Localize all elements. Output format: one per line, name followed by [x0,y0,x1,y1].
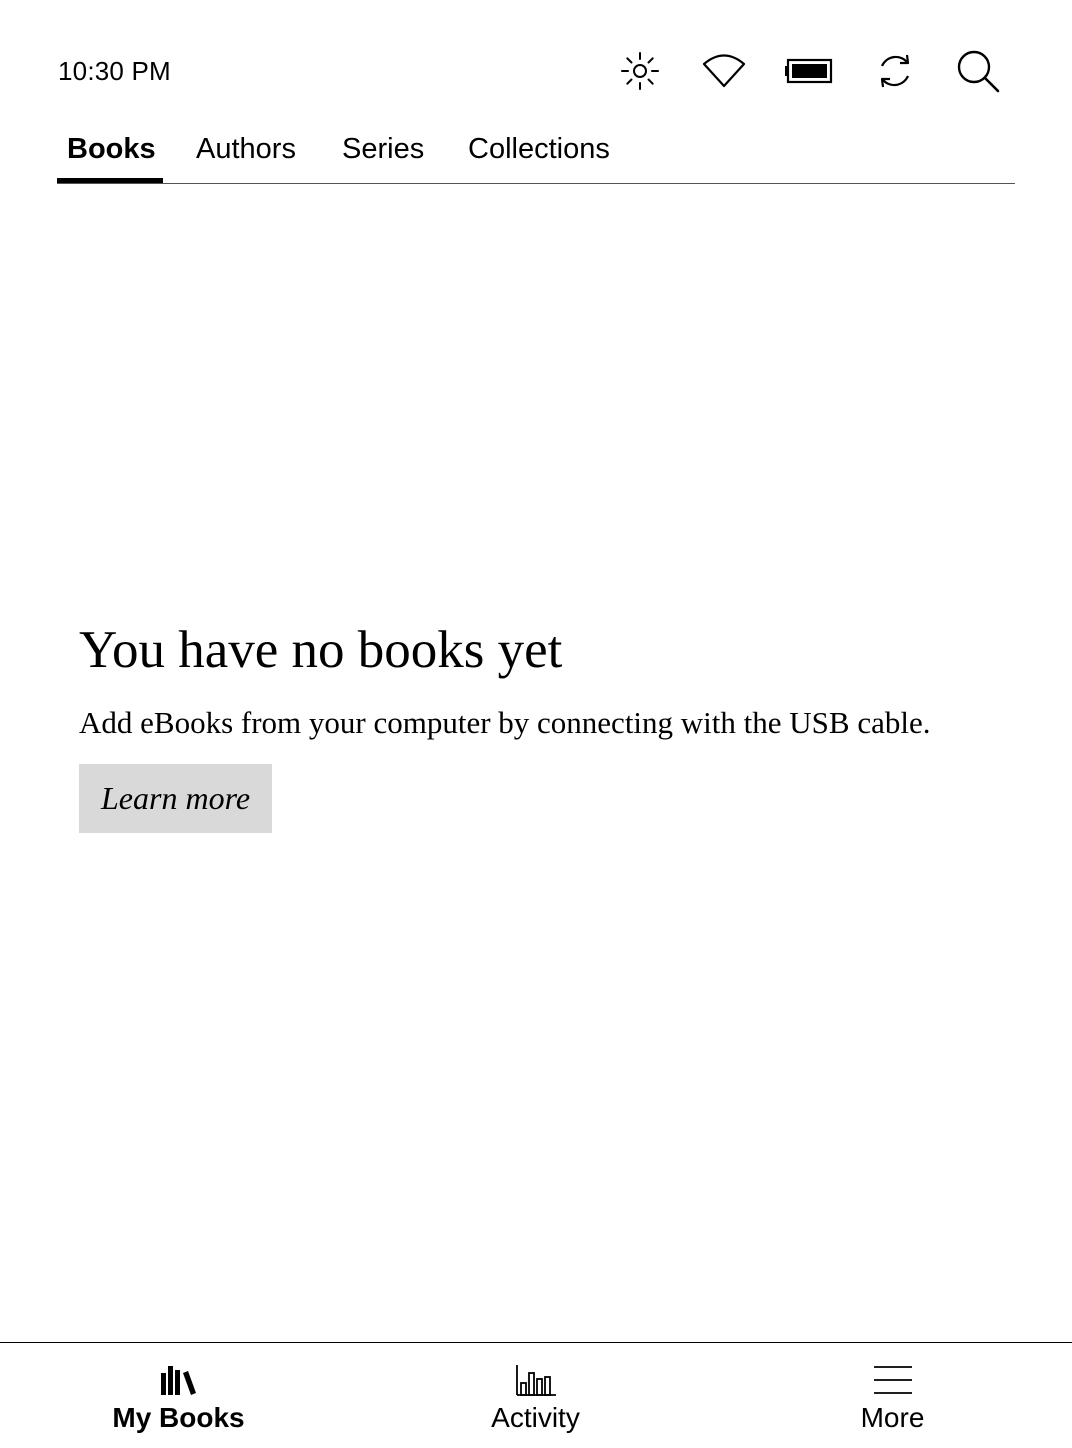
clock: 10:30 PM [58,56,171,86]
battery-icon[interactable] [785,48,837,94]
library-tabs: Books Authors Series Collections [57,120,1015,184]
nav-more[interactable]: More [714,1343,1071,1448]
nav-activity[interactable]: Activity [357,1343,714,1448]
brightness-icon[interactable] [617,48,663,94]
nav-label-more: More [860,1402,925,1433]
activity-chart-icon [515,1365,556,1396]
status-bar: 10:30 PM [0,0,1072,120]
tab-books[interactable]: Books [67,132,156,166]
nav-my-books[interactable]: My Books [0,1343,357,1448]
empty-state-title: You have no books yet [79,621,563,679]
active-tab-indicator [57,178,163,183]
empty-state: You have no books yet Add eBooks from yo… [79,620,959,833]
books-icon [160,1366,196,1395]
tab-authors[interactable]: Authors [196,132,296,166]
bottom-nav: My Books Activity More [0,1342,1072,1448]
search-icon[interactable] [955,48,1001,94]
nav-label-my-books: My Books [112,1402,245,1433]
wifi-icon[interactable] [701,48,747,94]
menu-icon [873,1366,912,1394]
tab-collections[interactable]: Collections [468,132,610,166]
nav-label-activity: Activity [491,1402,580,1433]
empty-state-message: Add eBooks from your computer by connect… [79,705,931,740]
tab-series[interactable]: Series [342,132,424,166]
learn-more-button[interactable]: Learn more [79,764,273,833]
sync-icon[interactable] [872,48,918,94]
